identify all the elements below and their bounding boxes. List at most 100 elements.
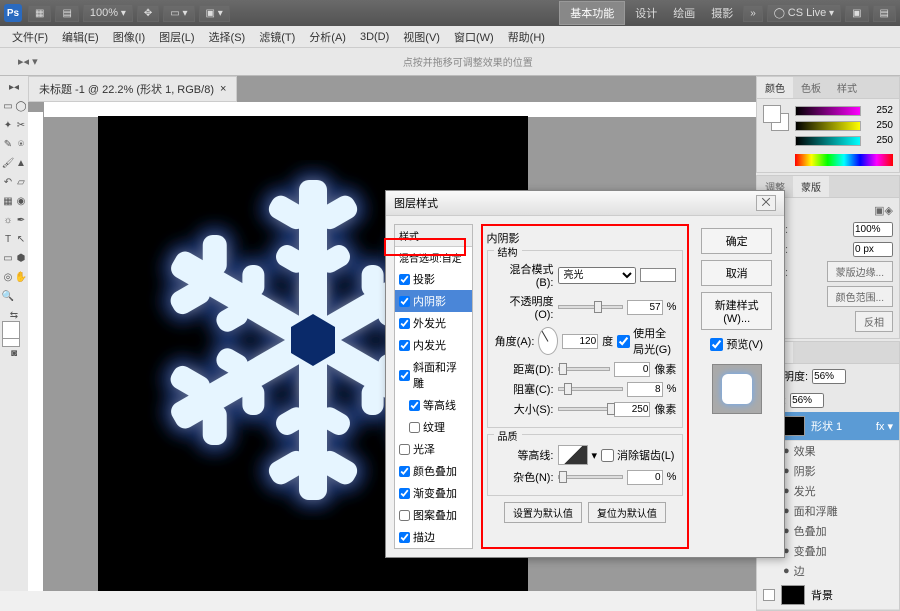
cslive-button[interactable]: ◯ CS Live ▾ xyxy=(767,4,841,22)
type-tool[interactable]: T xyxy=(2,230,14,248)
menu-select[interactable]: 选择(S) xyxy=(203,26,252,48)
choke-slider[interactable] xyxy=(558,387,623,391)
heal-tool[interactable]: ⍟ xyxy=(15,135,27,153)
style-stroke[interactable]: 描边 xyxy=(395,526,472,548)
close-dialog-icon[interactable]: ⨉ xyxy=(756,195,776,211)
dodge-tool[interactable]: ☼ xyxy=(2,211,14,229)
camera-tool[interactable]: ◎ xyxy=(2,268,14,286)
menu-window[interactable]: 窗口(W) xyxy=(448,26,500,48)
style-texture[interactable]: 纹理 xyxy=(395,416,472,438)
close-tab-icon[interactable]: × xyxy=(220,83,226,95)
opacity-input[interactable] xyxy=(627,300,663,315)
contour-arrow-icon[interactable]: ▾ xyxy=(592,449,598,462)
marquee-tool[interactable]: ▭ xyxy=(2,97,14,115)
fx-bevel[interactable]: ●面和浮雕 xyxy=(777,501,899,521)
color-swatches[interactable] xyxy=(2,325,26,343)
hand-icon[interactable]: ✥ xyxy=(137,5,159,22)
color-swatches[interactable] xyxy=(763,105,789,131)
mask-edge-button[interactable]: 蒙版边缘... xyxy=(827,261,893,282)
cb-stroke[interactable] xyxy=(399,532,410,543)
screen-mode-icon[interactable]: ▣ ▾ xyxy=(199,5,230,22)
pen-tool[interactable]: ✒ xyxy=(15,211,27,229)
fx-effects[interactable]: ●效果 xyxy=(777,441,899,461)
3d-tool[interactable]: ⬢ xyxy=(15,249,27,267)
slider-b[interactable] xyxy=(795,136,861,146)
spectrum-bar[interactable] xyxy=(795,154,893,166)
ok-button[interactable]: 确定 xyxy=(701,228,772,254)
cb-texture[interactable] xyxy=(409,422,420,433)
zoom-dropdown[interactable]: 100% ▾ xyxy=(83,4,133,22)
zoom-tool[interactable]: 🔍 xyxy=(2,287,14,305)
stamp-tool[interactable]: ▲ xyxy=(15,154,27,172)
opacity-slider[interactable] xyxy=(558,305,623,309)
menu-view[interactable]: 视图(V) xyxy=(397,26,446,48)
preview-checkbox[interactable] xyxy=(710,338,723,351)
style-outer-glow[interactable]: 外发光 xyxy=(395,312,472,334)
history-brush-tool[interactable]: ↶ xyxy=(2,173,14,191)
gradient-tool[interactable]: ▦ xyxy=(2,192,14,210)
workspace-draw[interactable]: 绘画 xyxy=(667,2,701,24)
eraser-tool[interactable]: ▱ xyxy=(15,173,27,191)
workspace-basic-button[interactable]: 基本功能 xyxy=(559,1,625,25)
feather-input[interactable] xyxy=(853,242,893,257)
document-tab[interactable]: 未标题 -1 @ 22.2% (形状 1, RGB/8) × xyxy=(28,76,237,102)
distance-slider[interactable] xyxy=(558,367,611,371)
cb-drop[interactable] xyxy=(399,274,410,285)
search-icon[interactable]: ▣ xyxy=(845,5,868,22)
arrange-icon[interactable]: ▭ ▾ xyxy=(163,5,194,22)
eyedropper-tool[interactable]: ✎ xyxy=(2,135,14,153)
color-swatch[interactable] xyxy=(640,268,676,282)
mini-bridge-icon[interactable]: ▤ xyxy=(55,5,78,22)
style-inner-shadow[interactable]: 内阴影 xyxy=(395,290,472,312)
angle-dial[interactable] xyxy=(538,327,558,355)
fx-innerglow[interactable]: ●发光 xyxy=(777,481,899,501)
cb-satin[interactable] xyxy=(399,444,410,455)
cb-gradoverlay[interactable] xyxy=(399,488,410,499)
mask-vector-icon[interactable]: ◈ xyxy=(885,204,893,217)
cb-contour[interactable] xyxy=(409,400,420,411)
fill-input[interactable] xyxy=(790,393,824,408)
slider-g[interactable] xyxy=(795,121,861,131)
set-default-button[interactable]: 设置为默认值 xyxy=(504,502,582,523)
size-slider[interactable] xyxy=(558,407,611,411)
new-style-button[interactable]: 新建样式(W)... xyxy=(701,292,772,330)
blur-tool[interactable]: ◉ xyxy=(15,192,27,210)
layer-background[interactable]: 背景 xyxy=(757,581,899,610)
collapse-icon[interactable]: ▤ xyxy=(873,5,896,22)
cancel-button[interactable]: 取消 xyxy=(701,260,772,286)
style-bevel[interactable]: 斜面和浮雕 xyxy=(395,356,472,394)
invert-button[interactable]: 反相 xyxy=(855,311,893,332)
workspace-photo[interactable]: 摄影 xyxy=(705,2,739,24)
workspace-design[interactable]: 设计 xyxy=(629,2,663,24)
cb-bevel[interactable] xyxy=(399,370,410,381)
tab-color[interactable]: 颜色 xyxy=(757,77,793,98)
tool-preset-icon[interactable]: ▸◂ ▾ xyxy=(18,55,38,68)
hand-tool[interactable]: ✋ xyxy=(15,268,27,286)
antialias-checkbox[interactable] xyxy=(601,449,614,462)
cb-patternoverlay[interactable] xyxy=(399,510,410,521)
opacity-input[interactable] xyxy=(812,369,846,384)
shape-tool[interactable]: ▭ xyxy=(2,249,14,267)
choke-input[interactable] xyxy=(627,382,663,397)
menu-3d[interactable]: 3D(D) xyxy=(354,28,395,46)
style-contour[interactable]: 等高线 xyxy=(395,394,472,416)
bridge-icon[interactable]: ▦ xyxy=(28,5,51,22)
tab-swatches[interactable]: 色板 xyxy=(793,77,829,98)
distance-input[interactable] xyxy=(614,362,650,377)
fx-gradoverlay[interactable]: ●变叠加 xyxy=(777,541,899,561)
cb-outerglow[interactable] xyxy=(399,318,410,329)
style-satin[interactable]: 光泽 xyxy=(395,438,472,460)
cb-innershadow[interactable] xyxy=(399,296,410,307)
workspace-more[interactable]: » xyxy=(743,5,763,22)
quickmask-tool[interactable]: ◙ xyxy=(2,344,26,362)
fx-stroke[interactable]: ●边 xyxy=(777,561,899,581)
menu-image[interactable]: 图像(I) xyxy=(107,26,151,48)
global-light-checkbox[interactable] xyxy=(617,335,630,348)
style-drop-shadow[interactable]: 投影 xyxy=(395,268,472,290)
style-inner-glow[interactable]: 内发光 xyxy=(395,334,472,356)
menu-help[interactable]: 帮助(H) xyxy=(502,26,551,48)
fx-badge[interactable]: fx ▾ xyxy=(876,420,893,433)
lasso-tool[interactable]: ◯ xyxy=(15,97,27,115)
fx-drop[interactable]: ●阴影 xyxy=(777,461,899,481)
brush-tool[interactable]: 🖌 xyxy=(2,154,14,172)
